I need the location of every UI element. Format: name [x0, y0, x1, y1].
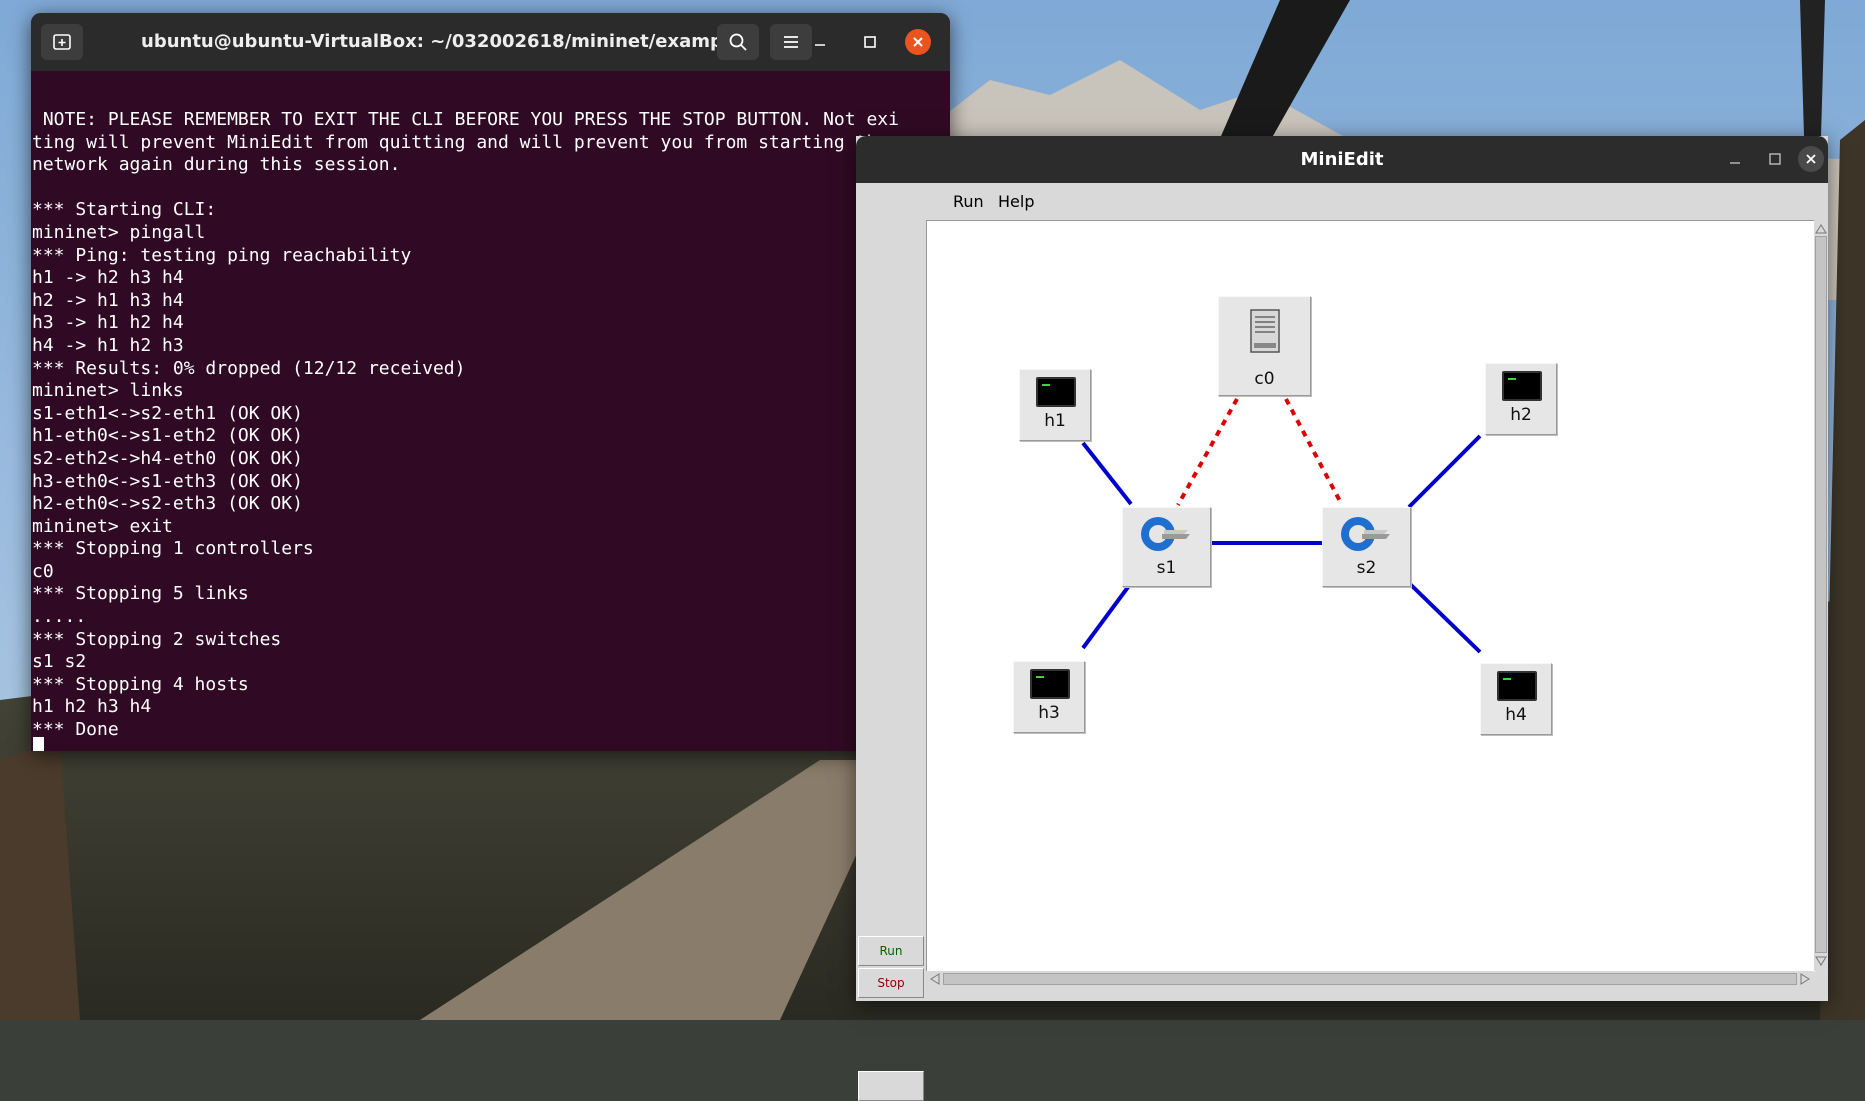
- terminal-line: *** Done: [32, 719, 119, 741]
- miniedit-window[interactable]: MiniEdit Run Help Run Stop c0 h1 h2 h3 h…: [856, 136, 1828, 1101]
- miniedit-title: MiniEdit: [1300, 149, 1384, 170]
- miniedit-titlebar[interactable]: MiniEdit: [856, 136, 1828, 183]
- node-label: h3: [1038, 703, 1060, 723]
- terminal-line: *** Stopping 4 hosts: [32, 673, 249, 695]
- node-switch-s2[interactable]: s2: [1322, 507, 1411, 587]
- link-h3-s1[interactable]: [1081, 581, 1133, 650]
- node-switch-s1[interactable]: s1: [1122, 507, 1211, 587]
- miniedit-maximize-button[interactable]: [1762, 146, 1788, 172]
- host-terminal-icon: [1497, 671, 1537, 701]
- terminal-line: .....: [32, 606, 87, 628]
- terminal-line: h1 h2 h3 h4: [32, 696, 152, 718]
- terminal-line: *** Ping: testing ping reachability: [32, 244, 412, 266]
- terminal-cursor: [33, 737, 44, 751]
- node-label: s1: [1156, 558, 1177, 578]
- maximize-button[interactable]: [857, 29, 883, 55]
- terminal-line: c0: [32, 560, 54, 582]
- host-terminal-icon: [1036, 377, 1076, 407]
- terminal-line: s1 s2: [32, 651, 87, 673]
- terminal-line: ting will prevent MiniEdit from quitting…: [32, 131, 889, 153]
- minimize-icon: [815, 44, 825, 46]
- horizontal-scroll-thumb[interactable]: [943, 973, 1797, 985]
- maximize-icon: [864, 36, 876, 48]
- terminal-line: h1-eth0<->s1-eth2 (OK OK): [32, 425, 303, 447]
- maximize-icon: [1769, 153, 1781, 165]
- terminal-line: h4 -> h1 h2 h3: [32, 334, 184, 356]
- terminal-lines: NOTE: PLEASE REMEMBER TO EXIT THE CLI BE…: [32, 109, 899, 742]
- node-label: h1: [1044, 411, 1066, 431]
- node-host-h4[interactable]: h4: [1480, 663, 1552, 735]
- host-terminal-icon: [1502, 371, 1542, 401]
- terminal-line: h2 -> h1 h3 h4: [32, 289, 184, 311]
- canvas-vertical-scrollbar[interactable]: [1814, 220, 1828, 971]
- close-button[interactable]: [905, 29, 931, 55]
- terminal-title: ubuntu@ubuntu-VirtualBox: ~/032002618/mi…: [141, 31, 752, 52]
- scroll-right-arrow-icon[interactable]: [1798, 972, 1812, 986]
- run-button[interactable]: [858, 1071, 924, 1101]
- node-label: c0: [1254, 369, 1275, 389]
- terminal-line: h3-eth0<->s1-eth3 (OK OK): [32, 470, 303, 492]
- terminal-line: h2-eth0<->s2-eth3 (OK OK): [32, 493, 303, 515]
- miniedit-minimize-button[interactable]: [1722, 146, 1748, 172]
- terminal-line: s1-eth1<->s2-eth1 (OK OK): [32, 402, 303, 424]
- terminal-line: mininet> links: [32, 380, 184, 402]
- terminal-window[interactable]: ubuntu@ubuntu-VirtualBox: ~/032002618/mi…: [31, 13, 950, 751]
- terminal-line: *** Results: 0% dropped (12/12 received): [32, 357, 466, 379]
- node-controller-c0[interactable]: c0: [1218, 296, 1311, 396]
- canvas-horizontal-scrollbar[interactable]: [926, 971, 1814, 987]
- controller-server-icon: [1250, 309, 1280, 353]
- terminal-line: *** Stopping 2 switches: [32, 628, 282, 650]
- new-tab-icon: [53, 34, 71, 50]
- stop-button[interactable]: Stop: [858, 968, 924, 998]
- controller-link-c0-s2[interactable]: [1284, 398, 1344, 506]
- terminal-line: h1 -> h2 h3 h4: [32, 267, 184, 289]
- topology-links: [1081, 398, 1482, 654]
- link-s2-h4[interactable]: [1407, 581, 1482, 654]
- link-s2-h2[interactable]: [1407, 434, 1482, 509]
- node-label: s2: [1356, 558, 1377, 578]
- search-button[interactable]: [717, 24, 759, 60]
- search-icon: [729, 33, 747, 51]
- hamburger-menu-icon: [784, 36, 798, 48]
- menu-run[interactable]: Run: [953, 192, 984, 211]
- miniedit-menubar: Run Help: [856, 183, 1828, 219]
- node-host-h3[interactable]: h3: [1013, 661, 1085, 733]
- scroll-up-arrow-icon[interactable]: [1814, 222, 1828, 236]
- new-tab-button[interactable]: [41, 24, 83, 60]
- terminal-line: s2-eth2<->h4-eth0 (OK OK): [32, 447, 303, 469]
- terminal-line: *** Stopping 1 controllers: [32, 538, 314, 560]
- terminal-line: *** Starting CLI:: [32, 199, 217, 221]
- close-icon: [1806, 154, 1816, 164]
- miniedit-close-button[interactable]: [1798, 146, 1824, 172]
- node-host-h2[interactable]: h2: [1485, 363, 1557, 435]
- menu-help[interactable]: Help: [998, 192, 1034, 211]
- vertical-scroll-thumb[interactable]: [1815, 236, 1827, 953]
- terminal-line: h3 -> h1 h2 h4: [32, 312, 184, 334]
- scroll-down-arrow-icon[interactable]: [1814, 954, 1828, 968]
- terminal-line: mininet> pingall: [32, 221, 206, 243]
- topology-canvas[interactable]: c0 h1 h2 h3 h4 s1 s2: [926, 220, 1815, 972]
- host-terminal-icon: [1030, 669, 1070, 699]
- node-label: h4: [1505, 705, 1527, 725]
- menu-button[interactable]: [770, 24, 812, 60]
- close-icon: [913, 37, 923, 47]
- switch-icon: [1341, 517, 1390, 551]
- link-h1-s1[interactable]: [1081, 441, 1133, 506]
- terminal-titlebar[interactable]: ubuntu@ubuntu-VirtualBox: ~/032002618/mi…: [31, 13, 950, 71]
- minimize-icon: [1730, 162, 1740, 164]
- node-label: h2: [1510, 405, 1532, 425]
- scroll-left-arrow-icon[interactable]: [928, 972, 942, 986]
- node-host-h1[interactable]: h1: [1019, 369, 1091, 441]
- switch-icon: [1141, 517, 1190, 551]
- terminal-output[interactable]: NOTE: PLEASE REMEMBER TO EXIT THE CLI BE…: [31, 71, 950, 751]
- miniedit-toolbar: [856, 219, 924, 1101]
- terminal-line: NOTE: PLEASE REMEMBER TO EXIT THE CLI BE…: [32, 109, 899, 130]
- terminal-line: mininet> exit: [32, 515, 173, 537]
- minimize-button[interactable]: [807, 29, 833, 55]
- terminal-line: network again during this session.: [32, 154, 401, 176]
- terminal-line: *** Stopping 5 links: [32, 583, 249, 605]
- run-button[interactable]: Run: [858, 936, 924, 966]
- controller-link-c0-s1[interactable]: [1176, 398, 1239, 506]
